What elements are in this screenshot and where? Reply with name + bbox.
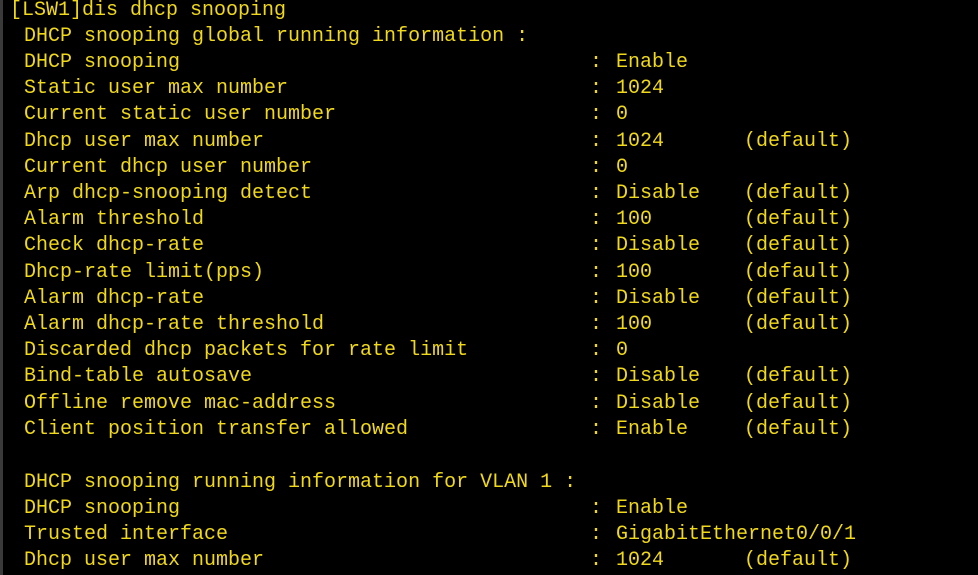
row-value: Disable	[616, 365, 701, 389]
row-label: DHCP snooping	[24, 497, 181, 520]
info-row: Alarm dhcp-rate threshold:100 (default)	[24, 312, 978, 338]
row-label: Current dhcp user number	[24, 155, 313, 179]
row-value: 1024	[616, 77, 665, 101]
row-note: (default)	[744, 549, 853, 573]
row-value: 1024	[616, 549, 665, 573]
row-separator: :	[590, 155, 603, 179]
row-note: (default)	[744, 182, 853, 205]
row-note: (default)	[744, 129, 853, 153]
command-line: [LSW1]dis dhcp snooping	[10, 0, 287, 22]
row-note: (default)	[744, 313, 853, 336]
row-note: (default)	[744, 417, 853, 441]
row-value: Disable	[616, 286, 701, 310]
row-separator: :	[590, 182, 603, 205]
info-row: Check dhcp-rate: Disable (default)	[24, 233, 978, 259]
info-row: DHCP snooping: Enable	[24, 496, 978, 522]
info-row: Offline remove mac-address: Disable (defau…	[24, 391, 978, 417]
row-value: GigabitEthernet0/0/1	[616, 523, 857, 547]
info-row: Arp dhcp-snooping detect: Disable (default…	[24, 181, 978, 207]
row-separator: :	[590, 208, 603, 232]
info-row: Dhcp user max number:1024 (default)	[24, 129, 978, 155]
row-separator: :	[590, 365, 603, 389]
global-section-header: DHCP snooping global running information…	[24, 25, 529, 48]
info-row: Dhcp-rate limit(pps):100 (default)	[24, 260, 978, 286]
row-note: (default)	[744, 391, 853, 415]
info-row: Bind-table autosave: Disable (default)	[24, 364, 978, 390]
row-value: Disable	[616, 234, 701, 258]
row-value: 1024	[616, 129, 665, 153]
row-separator: :	[590, 77, 603, 101]
row-note: (default)	[744, 286, 853, 310]
row-value: Disable	[616, 391, 701, 415]
row-label: Discarded dhcp packets for rate limit	[24, 339, 469, 363]
row-value: 0	[616, 155, 629, 179]
info-row: Client position transfer allowed: Enable (…	[24, 417, 978, 443]
row-separator: :	[590, 51, 603, 74]
row-value: 0	[616, 103, 629, 127]
row-note: (default)	[744, 365, 853, 389]
row-value: Enable	[616, 497, 689, 520]
row-label: Current static user number	[24, 103, 337, 127]
row-label: Client position transfer allowed	[24, 417, 409, 441]
row-separator: :	[590, 391, 603, 415]
row-separator: :	[590, 286, 603, 310]
info-row: Trusted interface: GigabitEthernet0/0/1	[24, 522, 978, 548]
row-label: Bind-table autosave	[24, 365, 253, 389]
row-label: Offline remove mac-address	[24, 391, 337, 415]
row-value: Enable	[616, 51, 689, 74]
row-separator: :	[590, 497, 603, 520]
row-value: 100	[616, 208, 653, 232]
row-value: 0	[616, 339, 629, 363]
row-separator: :	[590, 523, 603, 547]
info-row: Alarm dhcp-rate: Disable (default)	[24, 286, 978, 312]
row-value: 100	[616, 260, 653, 284]
terminal-window[interactable]: [LSW1]dis dhcp snooping DHCP snooping gl…	[0, 0, 978, 575]
row-separator: :	[590, 260, 603, 284]
row-separator: :	[590, 129, 603, 153]
info-row: Static user max number:1024	[24, 76, 978, 102]
row-label: Arp dhcp-snooping detect	[24, 182, 313, 205]
row-separator: :	[590, 234, 603, 258]
row-separator: :	[590, 549, 603, 573]
row-label: Alarm dhcp-rate	[24, 286, 205, 310]
row-label: Static user max number	[24, 77, 289, 101]
info-row: Current dhcp user number:0	[24, 155, 978, 181]
row-note: (default)	[744, 208, 853, 232]
info-row: Alarm threshold:100 (default)	[24, 207, 978, 233]
row-note: (default)	[744, 234, 853, 258]
row-separator: :	[590, 313, 603, 336]
row-label: Dhcp user max number	[24, 129, 265, 153]
row-label: Alarm dhcp-rate threshold	[24, 313, 325, 336]
row-label: Alarm threshold	[24, 208, 205, 232]
info-row: Discarded dhcp packets for rate limit:0	[24, 338, 978, 364]
row-separator: :	[590, 103, 603, 127]
row-separator: :	[590, 339, 603, 363]
row-label: Dhcp-rate limit(pps)	[24, 260, 265, 284]
row-value: 100	[616, 313, 653, 336]
info-row: Dhcp user max number:1024 (default)	[24, 548, 978, 574]
row-label: Dhcp user max number	[24, 549, 265, 573]
info-row: DHCP snooping: Enable	[24, 50, 978, 76]
vlan-section-header: DHCP snooping running information for VL…	[24, 471, 577, 494]
row-label: DHCP snooping	[24, 51, 181, 74]
row-label: Trusted interface	[24, 523, 229, 547]
row-label: Check dhcp-rate	[24, 234, 205, 258]
info-row: Current static user number:0	[24, 102, 978, 128]
row-note: (default)	[744, 260, 853, 284]
row-value: Disable	[616, 182, 701, 205]
row-separator: :	[590, 417, 603, 441]
row-value: Enable	[616, 417, 689, 441]
